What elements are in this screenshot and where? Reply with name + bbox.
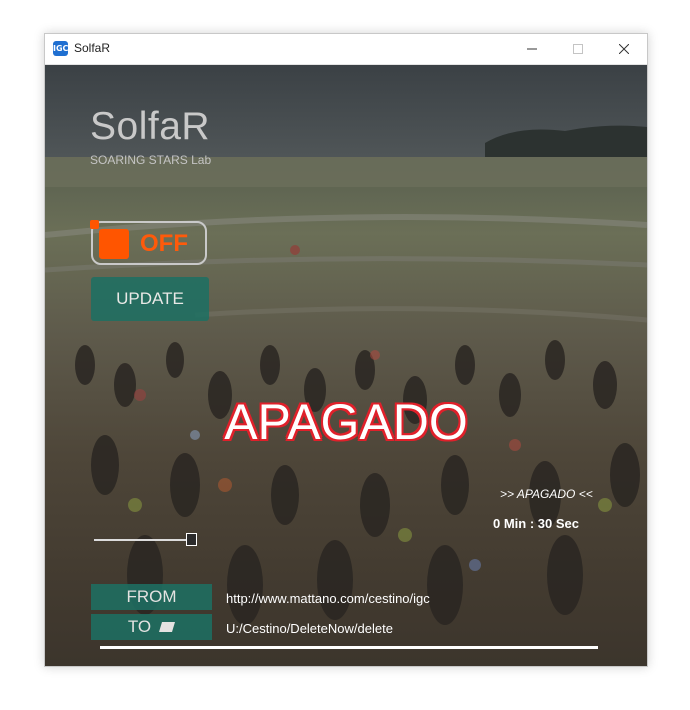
window-title: SolfaR xyxy=(74,41,111,55)
power-toggle[interactable]: OFF xyxy=(90,220,207,265)
to-button-label: TO xyxy=(127,617,152,636)
countdown-timer: 0 Min : 30 Sec xyxy=(493,516,579,531)
to-button[interactable]: TO xyxy=(91,614,212,640)
interval-slider[interactable] xyxy=(94,532,198,546)
brand-title: SolfaR xyxy=(90,105,211,148)
brand-subtitle: SOARING STARS Lab xyxy=(90,153,212,167)
status-banner: APAGADO xyxy=(224,394,468,450)
to-path: U:/Cestino/DeleteNow/delete xyxy=(226,621,393,636)
maximize-button[interactable] xyxy=(555,34,601,64)
progress-fill xyxy=(100,646,598,649)
folder-icon xyxy=(159,622,176,632)
close-button[interactable] xyxy=(601,34,647,64)
progress-bar xyxy=(100,646,598,649)
slider-thumb[interactable] xyxy=(186,533,197,546)
status-caption: >> APAGADO << xyxy=(500,487,593,501)
from-path: http://www.mattano.com/cestino/igc xyxy=(226,591,430,606)
main-panel: SolfaR SOARING STARS Lab OFF UPDATE APAG… xyxy=(45,65,647,666)
slider-track xyxy=(94,539,194,541)
app-icon: IGC xyxy=(53,41,68,56)
minimize-icon xyxy=(527,48,537,50)
toggle-label: OFF xyxy=(140,230,188,257)
update-button[interactable]: UPDATE xyxy=(91,277,209,321)
title-bar[interactable]: IGC SolfaR xyxy=(45,34,647,65)
minimize-button[interactable] xyxy=(509,34,555,64)
from-button[interactable]: FROM xyxy=(91,584,212,610)
app-window: IGC SolfaR SolfaR SOARING STARS Lab OFF … xyxy=(44,33,648,667)
toggle-knob xyxy=(99,229,129,259)
close-icon xyxy=(619,44,629,54)
toggle-indicator-dot xyxy=(90,220,99,229)
maximize-icon xyxy=(573,44,583,54)
